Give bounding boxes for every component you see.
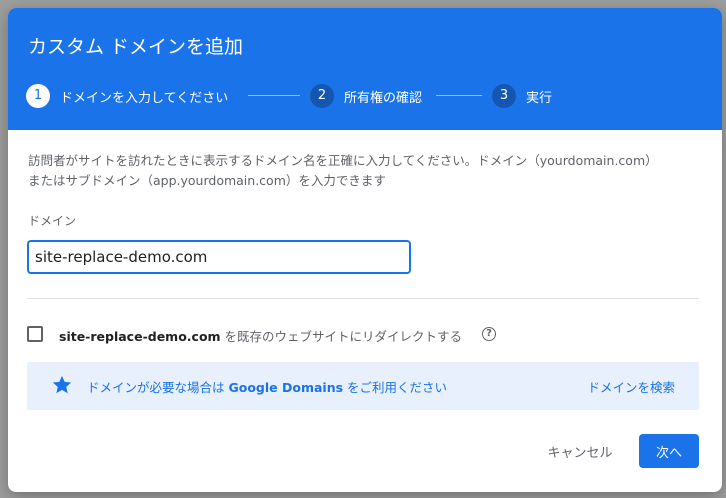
promo-brand: Google Domains bbox=[228, 380, 344, 395]
stepper: 1 ドメインを入力してください 2 所有権の確認 3 実行 bbox=[26, 84, 716, 108]
step-connector-2 bbox=[436, 95, 482, 96]
step-1-number: 1 bbox=[26, 84, 50, 108]
dialog-title: カスタム ドメインを追加 bbox=[28, 36, 244, 58]
redirect-checkbox[interactable] bbox=[27, 326, 43, 342]
google-domains-promo: ドメインが必要な場合は Google Domains をご利用ください ドメイン… bbox=[27, 362, 699, 410]
step-3-number: 3 bbox=[492, 84, 516, 108]
promo-text-suffix: をご利用ください bbox=[343, 380, 448, 395]
star-icon bbox=[52, 375, 72, 394]
promo-text-prefix: ドメインが必要な場合は bbox=[87, 380, 229, 395]
domain-description: 訪問者がサイトを訪れたときに表示するドメイン名を正確に入力してください。ドメイン… bbox=[28, 153, 658, 188]
domain-field-label: ドメイン bbox=[28, 214, 77, 228]
promo-text: ドメインが必要な場合は Google Domains をご利用ください bbox=[87, 377, 447, 396]
domain-input[interactable] bbox=[27, 240, 411, 274]
divider bbox=[27, 298, 699, 299]
step-2-number: 2 bbox=[310, 84, 334, 108]
step-2-label: 所有権の確認 bbox=[344, 91, 423, 106]
add-custom-domain-dialog: カスタム ドメインを追加 1 ドメインを入力してください 2 所有権の確認 3 … bbox=[8, 8, 722, 492]
search-domain-link[interactable]: ドメインを検索 bbox=[587, 377, 675, 396]
next-button[interactable]: 次へ bbox=[639, 434, 699, 468]
step-3-label: 実行 bbox=[526, 91, 553, 106]
cancel-button[interactable]: キャンセル bbox=[534, 434, 626, 468]
redirect-label: site-replace-demo.com を既存のウェブサイトにリダイレクトす… bbox=[59, 326, 462, 345]
dialog-header: カスタム ドメインを追加 1 ドメインを入力してください 2 所有権の確認 3 … bbox=[8, 8, 722, 130]
redirect-domain: site-replace-demo.com bbox=[59, 329, 221, 344]
redirect-suffix: を既存のウェブサイトにリダイレクトする bbox=[220, 329, 463, 344]
question-circle-icon[interactable]: ? bbox=[482, 327, 496, 341]
step-1-label: ドメインを入力してください bbox=[60, 91, 229, 106]
step-connector-1 bbox=[248, 95, 300, 96]
